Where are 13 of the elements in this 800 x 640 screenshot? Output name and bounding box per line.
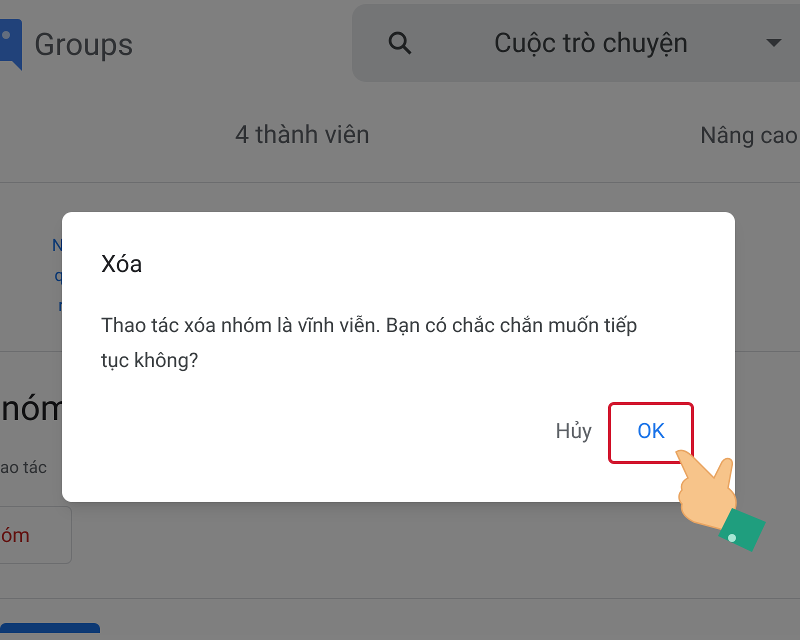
dialog-button[interactable]: Hủy: [554, 402, 594, 464]
dialog-title: Xóa: [101, 249, 144, 280]
search-field[interactable]: Cuộc trò chuyện: [352, 4, 800, 82]
tab[interactable]: Nâng cao: [700, 118, 798, 154]
delete-group-button[interactable]: óm: [0, 506, 72, 564]
app-name: Groups: [34, 24, 134, 65]
groups-logo-icon: [0, 19, 22, 71]
dropdown-caret-icon[interactable]: [766, 39, 782, 47]
search-icon: [386, 29, 414, 57]
section-description: ao tác: [0, 457, 48, 480]
search-value: Cuộc trò chuyện: [494, 26, 688, 61]
dialog-message: Thao tác xóa nhóm là vĩnh viễn. Bạn có chắc chắn muốn tiếp tục không?: [101, 312, 638, 374]
tab[interactable]: 4 thành viên: [235, 117, 370, 155]
